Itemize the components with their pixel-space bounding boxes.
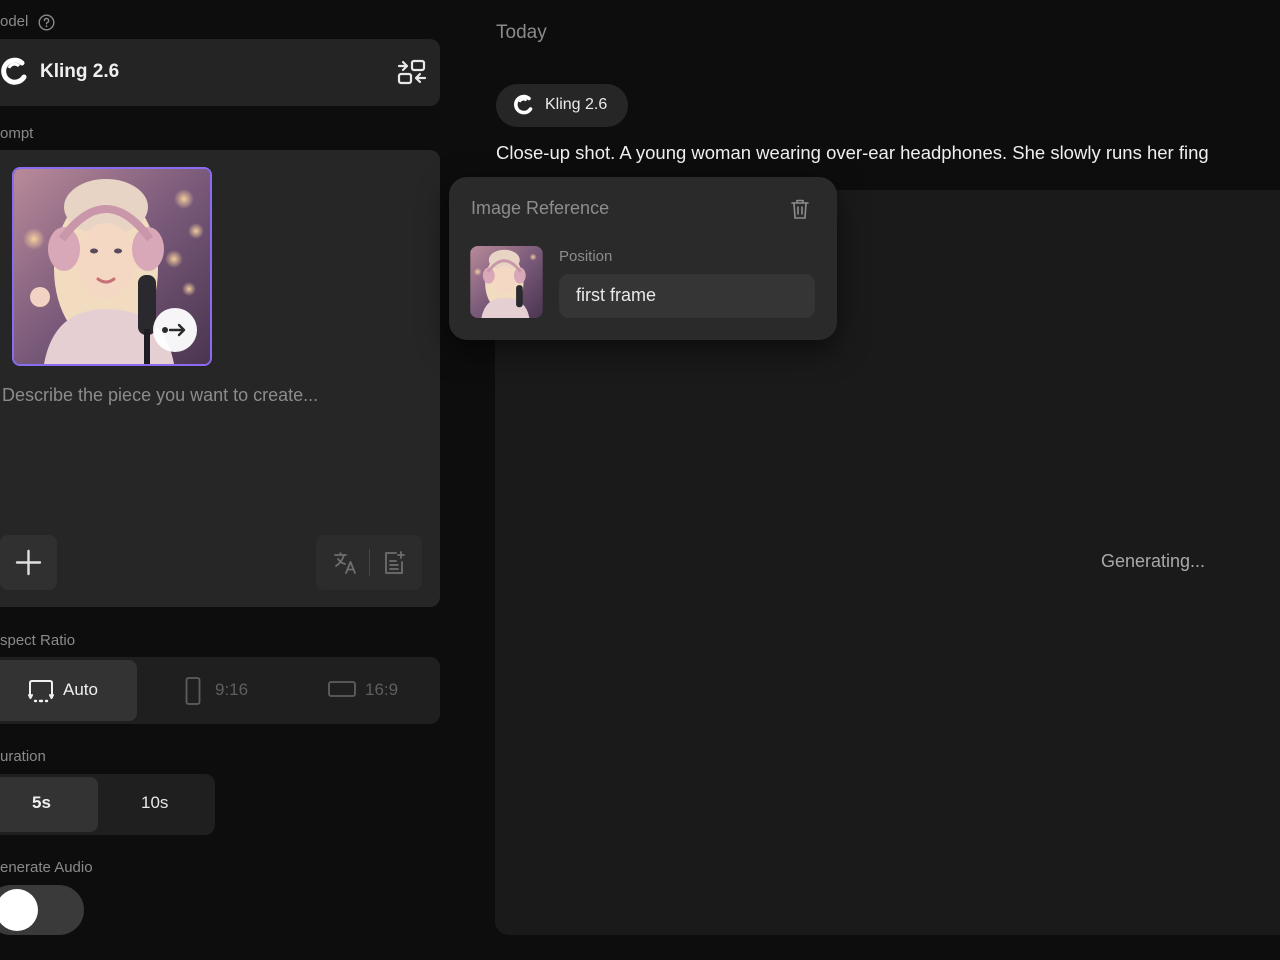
- model-label: odel: [0, 13, 29, 30]
- model-chip-label: Kling 2.6: [545, 96, 608, 113]
- trash-icon[interactable]: [790, 198, 810, 220]
- position-label: Position: [559, 248, 613, 265]
- model-name: Kling 2.6: [40, 61, 120, 82]
- aspect-auto-label: Auto: [63, 680, 98, 699]
- woman-headphones-small-image: [470, 246, 543, 318]
- switch-model-icon[interactable]: [396, 58, 428, 86]
- translate-icon[interactable]: [332, 550, 358, 576]
- reference-thumbnail: [470, 246, 543, 318]
- aspect-option-16-9[interactable]: 16:9: [325, 660, 425, 721]
- set-position-button[interactable]: [153, 308, 197, 352]
- duration-10s-label: 10s: [141, 793, 169, 812]
- generating-status: Generating...: [1101, 551, 1206, 571]
- aspect-9-16-label: 9:16: [215, 680, 249, 699]
- prompt-input[interactable]: Describe the piece you want to create...: [2, 385, 318, 406]
- duration-option-5s[interactable]: 5s: [0, 777, 98, 832]
- kling-logo-icon: [514, 94, 533, 115]
- help-icon[interactable]: [38, 14, 55, 31]
- aspect-option-auto[interactable]: Auto: [0, 660, 137, 721]
- prompt-tools: [316, 535, 422, 590]
- divider: [369, 549, 370, 576]
- aspect-ratio-label: spect Ratio: [0, 632, 76, 649]
- arrow-right-icon: [162, 323, 186, 337]
- section-title: Today: [496, 22, 547, 43]
- auto-ratio-icon: [28, 680, 54, 703]
- duration-label: uration: [0, 748, 46, 765]
- add-button[interactable]: [0, 535, 57, 590]
- popup-title: Image Reference: [471, 198, 610, 218]
- prompt-text: Close-up shot. A young woman wearing ove…: [496, 142, 1209, 163]
- plus-icon: [15, 549, 42, 576]
- portrait-ratio-icon: [185, 677, 201, 705]
- aspect-option-9-16[interactable]: 9:16: [180, 660, 280, 721]
- duration-5s-label: 5s: [32, 793, 51, 812]
- aspect-16-9-label: 16:9: [365, 680, 399, 699]
- kling-logo-icon: [1, 57, 27, 85]
- prompt-template-icon[interactable]: [382, 550, 406, 576]
- landscape-ratio-icon: [328, 681, 356, 697]
- generate-audio-label: enerate Audio: [0, 859, 93, 876]
- prompt-label: ompt: [0, 125, 34, 142]
- duration-option-10s[interactable]: 10s: [104, 777, 210, 832]
- position-value: first frame: [576, 285, 657, 305]
